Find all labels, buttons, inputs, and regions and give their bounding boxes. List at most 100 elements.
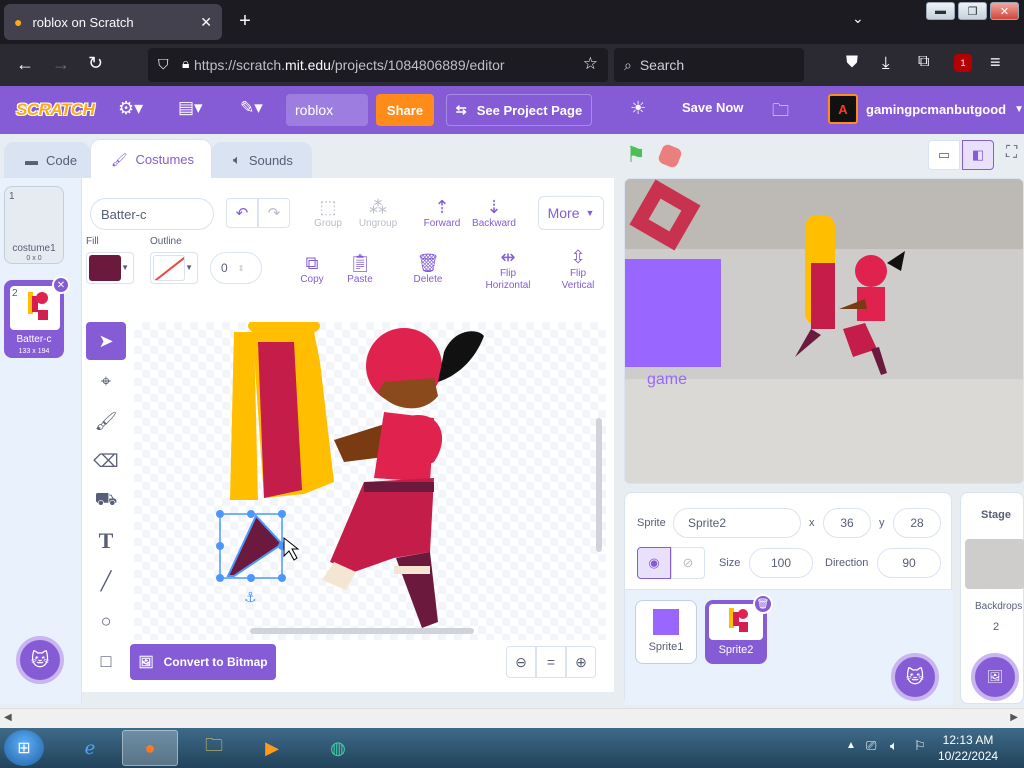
pocket-icon[interactable]: ⛊ (846, 54, 858, 72)
scroll-right-icon[interactable]: ▶ (1010, 712, 1018, 723)
add-backdrop-button[interactable]: 🖼︎ (971, 653, 1019, 701)
account-menu[interactable]: A gamingpcmanbutgood ▼ (828, 94, 1024, 124)
save-now-button[interactable]: Save Now (682, 100, 743, 115)
see-project-page-button[interactable]: ⇆ See Project Page (446, 94, 592, 126)
bookmark-star-icon[interactable]: ☆ (583, 54, 598, 74)
zoom-in-button[interactable]: ⊕ (566, 646, 596, 678)
taskbar-ie[interactable]: ℯ (62, 730, 118, 766)
zoom-reset-button[interactable]: = (536, 646, 566, 678)
scratch-logo[interactable]: SCRATCH (16, 96, 95, 124)
system-clock[interactable]: 12:13 AM 10/22/2024 (938, 732, 998, 764)
start-button[interactable]: ⊞ (4, 730, 44, 766)
taskbar-media-player[interactable]: ▶ (244, 730, 300, 766)
sprite-tile-2[interactable]: Sprite2 🗑︎ (705, 594, 773, 664)
project-title-input[interactable]: roblox (286, 94, 368, 126)
large-stage-button[interactable]: ◧ (962, 140, 994, 170)
scroll-left-icon[interactable]: ◀ (4, 712, 12, 723)
taskbar-app[interactable]: ◍ (310, 730, 366, 766)
fill-color-picker[interactable]: ▼ (86, 252, 134, 284)
eraser-tool[interactable]: ⌫ (86, 442, 126, 480)
file-menu-icon[interactable]: ▤▾ (178, 98, 203, 118)
search-bar[interactable]: ⌕ Search (614, 48, 804, 82)
edit-menu-icon[interactable]: ✎▾ (240, 98, 263, 118)
minimize-button[interactable]: ▬ (926, 2, 955, 20)
tray-chevron-icon[interactable]: ▲ (846, 740, 856, 751)
share-button[interactable]: Share (376, 94, 434, 126)
show-sprite-button[interactable]: ◉ (637, 547, 671, 579)
tab-list-chevron-icon[interactable]: ⌄ (852, 10, 864, 27)
theme-toggle-icon[interactable]: ☀ (630, 98, 646, 119)
ublock-icon[interactable]: 1 (954, 54, 972, 72)
text-tool[interactable]: T (86, 522, 126, 560)
delete-costume-icon[interactable]: ✕ (52, 276, 70, 294)
canvas-vertical-scrollbar[interactable] (596, 418, 602, 552)
rectangle-tool[interactable]: □ (86, 642, 126, 680)
outline-color-picker[interactable]: ▼ (150, 252, 198, 284)
fill-tool[interactable]: ⛟ (86, 482, 126, 520)
stage-canvas[interactable]: game (624, 178, 1024, 484)
redo-button[interactable]: ↷ (258, 198, 290, 228)
sprite-name-input[interactable]: Sprite2 (673, 508, 801, 538)
x-input[interactable]: 36 (823, 508, 871, 538)
stop-icon[interactable] (656, 142, 684, 170)
tab-code[interactable]: ▬ Code (4, 142, 90, 178)
forward-arrow-icon[interactable]: → (52, 54, 70, 75)
add-sprite-button[interactable]: 🐱︎ (891, 653, 939, 701)
drawing-canvas[interactable]: ⚓︎ (134, 322, 606, 640)
close-window-button[interactable]: ✕ (990, 2, 1019, 20)
convert-to-bitmap-button[interactable]: 🖼︎ Convert to Bitmap (130, 644, 276, 680)
network-icon[interactable]: ⎚ (866, 738, 876, 754)
hide-sprite-button[interactable]: ⊘ (671, 547, 705, 579)
reshape-tool[interactable]: ⌖ (86, 362, 126, 400)
line-tool[interactable]: ╱ (86, 562, 126, 600)
brush-tool[interactable]: 🖌︎ (86, 402, 126, 440)
ungroup-button[interactable]: ⁂ Ungroup (356, 196, 400, 229)
tab-costumes[interactable]: 🖌︎ Costumes (90, 139, 212, 179)
page-horizontal-scrollbar[interactable]: ◀ ▶ (0, 708, 1024, 728)
reload-icon[interactable]: ↻ (88, 53, 103, 74)
green-flag-icon[interactable]: ⚑ (626, 142, 646, 168)
size-input[interactable]: 100 (749, 548, 813, 578)
url-bar[interactable]: ⛉ 🔒︎ https://scratch.mit.edu/projects/10… (148, 48, 608, 82)
lock-icon[interactable]: 🔒︎ (182, 55, 189, 72)
outline-width-input[interactable]: 0 ⇕ (210, 252, 262, 284)
add-costume-button[interactable]: 🐱︎ (16, 636, 64, 684)
small-stage-button[interactable]: ▭ (928, 140, 960, 170)
downloads-icon[interactable]: ⤓ (882, 53, 890, 73)
tab-close-icon[interactable]: ✕ (200, 14, 212, 31)
shield-icon[interactable]: ⛉ (158, 56, 169, 73)
settings-gear-icon[interactable]: ⚙▾ (118, 98, 143, 119)
my-stuff-folder-icon[interactable]: 🗀 (772, 98, 789, 127)
action-center-flag-icon[interactable]: ⚐ (914, 738, 926, 754)
delete-sprite-icon[interactable]: 🗑︎ (753, 594, 773, 614)
direction-input[interactable]: 90 (877, 548, 941, 578)
volume-icon[interactable]: 🔈︎ (890, 738, 898, 754)
canvas-horizontal-scrollbar[interactable] (250, 628, 474, 634)
extensions-icon[interactable]: ⧉ (918, 53, 929, 71)
hamburger-menu-icon[interactable]: ≡ (990, 52, 1001, 73)
undo-button[interactable]: ↶ (226, 198, 258, 228)
zoom-out-button[interactable]: ⊖ (506, 646, 536, 678)
stepper-icon[interactable]: ⇕ (238, 264, 245, 273)
delete-button[interactable]: 🗑︎ Delete (408, 252, 448, 285)
costume-tile-1[interactable]: 1 costume1 0 x 0 (4, 186, 64, 264)
new-tab-button[interactable]: + (234, 8, 256, 34)
browser-tab[interactable]: ● roblox on Scratch ✕ (4, 4, 222, 40)
group-button[interactable]: ⬚ Group (310, 196, 346, 229)
backward-button[interactable]: ⇣ Backward (470, 196, 518, 229)
costume-name-input[interactable]: Batter-c (90, 198, 214, 230)
fullscreen-icon[interactable]: ⛶ (1006, 144, 1017, 162)
copy-button[interactable]: ⧉ Copy (294, 252, 330, 285)
tab-sounds[interactable]: 🔈︎ Sounds (212, 142, 312, 178)
more-button[interactable]: More ▼ (538, 196, 604, 230)
stage-target-panel[interactable]: Stage Backdrops 2 🖼︎ (960, 492, 1024, 704)
taskbar-firefox[interactable]: ● (122, 730, 178, 766)
y-input[interactable]: 28 (893, 508, 941, 538)
flip-horizontal-button[interactable]: ⇹ Flip Horizontal (480, 246, 536, 292)
paste-button[interactable]: 📋︎ Paste (342, 252, 378, 285)
select-tool[interactable]: ➤ (86, 322, 126, 360)
taskbar-explorer[interactable]: 🗀 (186, 730, 242, 766)
flip-vertical-button[interactable]: ⇳ Flip Vertical (554, 246, 602, 292)
restore-button[interactable]: ❐ (958, 2, 987, 20)
forward-button[interactable]: ⇡ Forward (420, 196, 464, 229)
